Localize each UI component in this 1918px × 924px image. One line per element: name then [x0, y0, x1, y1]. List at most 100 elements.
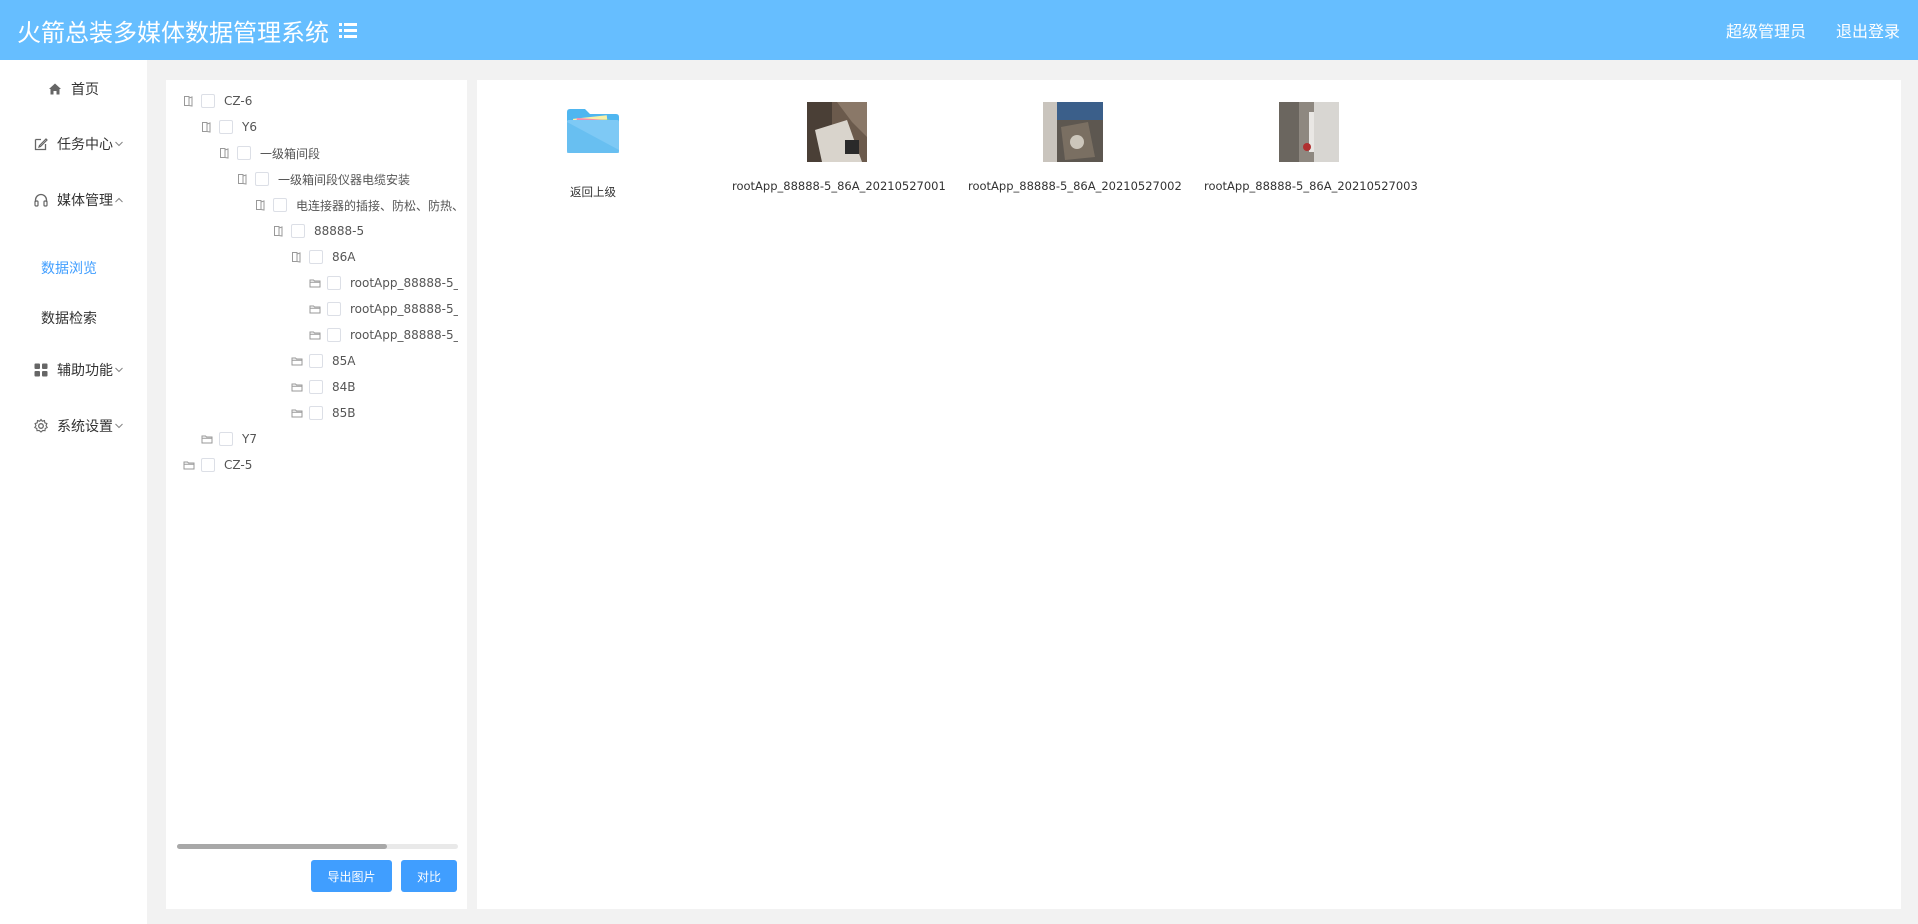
image-tile-label: rootApp_88888-5_86A_20210527002 — [968, 179, 1182, 193]
tree-node[interactable]: 电连接器的插接、防松、防热、防水 — [255, 195, 458, 215]
nav-task-center[interactable]: 任务中心 — [0, 124, 147, 164]
header-left: 火箭总装多媒体数据管理系统 — [0, 13, 357, 48]
folder-icon — [201, 435, 213, 444]
tree-node-label: rootApp_88888-5_86A_20210527001 — [350, 276, 458, 290]
tree-node-checkbox[interactable] — [327, 276, 341, 290]
nav-system-settings[interactable]: 系统设置 — [0, 406, 147, 446]
nav-data-browse[interactable]: 数据浏览 — [41, 258, 97, 278]
tree-node-checkbox[interactable] — [237, 146, 251, 160]
tree-node-label: rootApp_88888-5_86A_20210527003 — [350, 328, 458, 342]
tree-node-checkbox[interactable] — [255, 172, 269, 186]
tree-node[interactable]: CZ-6 — [183, 91, 252, 111]
tree-node-label: 一级箱间段 — [260, 146, 321, 161]
content-area: 返回上级 rootApp_88888-5_86A_20210527001 roo — [477, 80, 1901, 909]
chevron-down-icon — [115, 423, 123, 429]
tree-node[interactable]: CZ-5 — [183, 455, 252, 475]
menu-toggle-icon[interactable] — [339, 22, 357, 38]
tree-node-label: 85A — [332, 354, 356, 368]
tree-node-checkbox[interactable] — [327, 302, 341, 316]
image-tile-label: rootApp_88888-5_86A_20210527003 — [1204, 179, 1418, 193]
tree-node-label: 84B — [332, 380, 356, 394]
tree-node-checkbox[interactable] — [201, 94, 215, 108]
image-thumbnail — [1279, 102, 1339, 162]
tree-node-label: Y7 — [242, 432, 257, 446]
nav-home-label: 首页 — [71, 82, 99, 98]
folder-icon — [567, 109, 619, 153]
tree-node-checkbox[interactable] — [291, 224, 305, 238]
tree-node-checkbox[interactable] — [309, 380, 323, 394]
logout-link[interactable]: 退出登录 — [1836, 18, 1900, 42]
nav-aux-functions-label: 辅助功能 — [57, 363, 113, 379]
folder-open-icon — [184, 96, 193, 107]
tree-node-checkbox[interactable] — [309, 354, 323, 368]
tree-node-label: 电连接器的插接、防松、防热、防水 — [296, 198, 458, 213]
back-folder-label: 返回上级 — [570, 185, 616, 199]
image-thumbnail — [807, 102, 867, 162]
back-folder-tile[interactable]: 返回上级 — [488, 102, 698, 200]
tree-node[interactable]: 85A — [291, 351, 355, 371]
tree-node[interactable]: 84B — [291, 377, 356, 397]
top-header: 火箭总装多媒体数据管理系统 超级管理员 退出登录 — [0, 0, 1918, 60]
chevron-up-icon — [115, 197, 123, 203]
gear-icon — [34, 418, 48, 433]
folder-open-icon — [274, 226, 283, 237]
nav-media-management[interactable]: 媒体管理 — [0, 180, 147, 220]
app-title: 火箭总装多媒体数据管理系统 — [17, 18, 329, 47]
tree-node-label: 85B — [332, 406, 356, 420]
nav-task-center-label: 任务中心 — [57, 137, 113, 153]
tree-node-label: Y6 — [242, 120, 257, 134]
compare-button[interactable]: 对比 — [401, 860, 457, 892]
tree-node[interactable]: 86A — [291, 247, 355, 267]
tree-panel: CZ-6 Y6一级箱间段一级箱间段仪器电缆安装电连接器的插接、防松、防热、防水 88… — [166, 80, 467, 909]
folder-open-icon — [256, 200, 265, 211]
tree-node-checkbox[interactable] — [309, 406, 323, 420]
image-tile-1[interactable]: rootApp_88888-5_86A_20210527001 — [732, 102, 946, 193]
tree-node-checkbox[interactable] — [327, 328, 341, 342]
folder-icon — [309, 279, 321, 288]
headphones-icon — [34, 193, 48, 207]
tree-node-checkbox[interactable] — [201, 458, 215, 472]
tree-node[interactable]: rootApp_88888-5_86A_20210527003 — [309, 325, 458, 345]
folder-icon — [291, 357, 303, 366]
grid-icon — [34, 363, 48, 377]
tree-scrollbar-track[interactable] — [177, 844, 458, 849]
tree-node-checkbox[interactable] — [219, 432, 233, 446]
tree-node[interactable]: Y7 — [201, 429, 257, 449]
image-tile-label: rootApp_88888-5_86A_20210527001 — [732, 179, 946, 193]
image-tile-3[interactable]: rootApp_88888-5_86A_20210527003 — [1204, 102, 1418, 193]
nav-system-settings-label: 系统设置 — [57, 419, 113, 435]
chevron-down-icon — [115, 141, 123, 147]
nav-aux-functions[interactable]: 辅助功能 — [0, 350, 147, 390]
tree-node-label: CZ-5 — [224, 458, 253, 472]
tree-node-checkbox[interactable] — [219, 120, 233, 134]
tree-node[interactable]: 88888-5 — [273, 221, 364, 241]
tree-node[interactable]: 一级箱间段 — [219, 143, 320, 163]
nav-media-management-label: 媒体管理 — [57, 193, 113, 209]
tree-node-label: 一级箱间段仪器电缆安装 — [278, 172, 411, 187]
tree-node[interactable]: rootApp_88888-5_86A_20210527002 — [309, 299, 458, 319]
tree-node-checkbox[interactable] — [309, 250, 323, 264]
tree-node[interactable]: Y6 — [201, 117, 257, 137]
tree-node-checkbox[interactable] — [273, 198, 287, 212]
tree-viewport[interactable]: CZ-6 Y6一级箱间段一级箱间段仪器电缆安装电连接器的插接、防松、防热、防水 88… — [166, 80, 458, 840]
sidebar: 首页 任务中心 媒体管理 数据浏览 数据检索 辅助功能 系统设置 — [0, 60, 147, 924]
tree-node[interactable]: 85B — [291, 403, 356, 423]
nav-home[interactable]: 首页 — [0, 69, 147, 109]
folder-icon — [309, 331, 321, 340]
nav-data-search[interactable]: 数据检索 — [41, 308, 97, 328]
tree-node[interactable]: rootApp_88888-5_86A_20210527001 — [309, 273, 458, 293]
tree-node-label: 86A — [332, 250, 356, 264]
folder-icon — [183, 461, 195, 470]
folder-icon — [291, 409, 303, 418]
tree-scrollbar-thumb[interactable] — [177, 844, 387, 849]
image-tile-2[interactable]: rootApp_88888-5_86A_20210527002 — [968, 102, 1182, 193]
folder-open-icon — [202, 122, 211, 133]
image-thumbnail — [1043, 102, 1103, 162]
home-icon — [49, 83, 61, 95]
header-right: 超级管理员 退出登录 — [1696, 18, 1918, 42]
tree-node[interactable]: 一级箱间段仪器电缆安装 — [237, 169, 410, 189]
tree-node-label: CZ-6 — [224, 94, 253, 108]
user-menu[interactable]: 超级管理员 — [1726, 18, 1806, 42]
edit-icon — [34, 138, 48, 151]
export-images-button[interactable]: 导出图片 — [311, 860, 392, 892]
